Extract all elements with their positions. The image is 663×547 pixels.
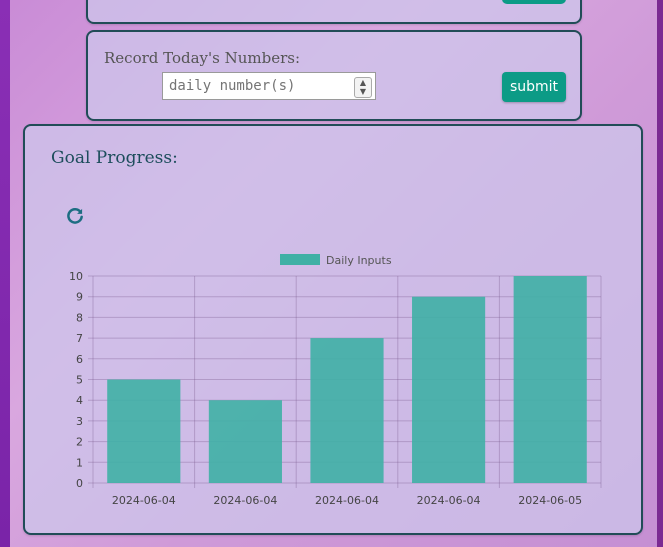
edit-button[interactable] — [502, 0, 566, 4]
x-tick-label: 2024-06-04 — [315, 494, 379, 507]
bar — [107, 379, 181, 483]
record-card: Record Today's Numbers: ▲▼ submit — [86, 30, 582, 121]
legend-label: Daily Inputs — [326, 254, 392, 267]
previous-card — [86, 0, 582, 24]
y-tick-label: 2 — [76, 436, 83, 449]
y-tick-label: 4 — [76, 394, 83, 407]
left-background-strip — [0, 0, 10, 547]
bar — [208, 400, 282, 483]
right-background-strip — [657, 0, 663, 547]
y-tick-label: 3 — [76, 415, 83, 428]
chart-x-tick-labels: 2024-06-04 2024-06-04 2024-06-04 2024-06-04… — [112, 494, 582, 507]
bar — [513, 276, 587, 483]
y-tick-label: 8 — [76, 311, 83, 324]
x-tick-label: 2024-06-04 — [213, 494, 277, 507]
x-tick-label: 2024-06-05 — [518, 494, 582, 507]
submit-button[interactable]: submit — [502, 72, 566, 102]
bar — [310, 338, 384, 483]
goal-progress-card: Goal Progress: 0 1 2 3 4 5 6 7 8 9 10 2024-06-04 20… — [23, 124, 643, 535]
legend-swatch — [280, 254, 320, 265]
bar — [412, 296, 486, 483]
y-tick-label: 5 — [76, 374, 83, 387]
bar-chart: 012345678910 2024-06-04 2024-06-04 2024-06… — [69, 254, 602, 507]
daily-number-input[interactable] — [162, 72, 376, 100]
x-tick-label: 2024-06-04 — [417, 494, 481, 507]
y-tick-label: 0 — [76, 477, 83, 490]
y-tick-label: 9 — [76, 291, 83, 304]
chart-legend: Daily Inputs — [280, 254, 392, 267]
chart-y-tick-labels: 0 1 2 3 4 5 6 7 8 9 10 — [69, 270, 83, 490]
y-tick-label: 10 — [69, 270, 83, 283]
spinner-icon[interactable]: ▲ ▼ — [354, 77, 372, 98]
record-label: Record Today's Numbers: — [104, 49, 301, 67]
x-tick-label: 2024-06-04 — [112, 494, 176, 507]
y-tick-label: 6 — [76, 353, 83, 366]
chart-bars — [107, 276, 587, 483]
y-tick-label: 1 — [76, 456, 83, 469]
y-tick-label: 7 — [76, 332, 83, 345]
